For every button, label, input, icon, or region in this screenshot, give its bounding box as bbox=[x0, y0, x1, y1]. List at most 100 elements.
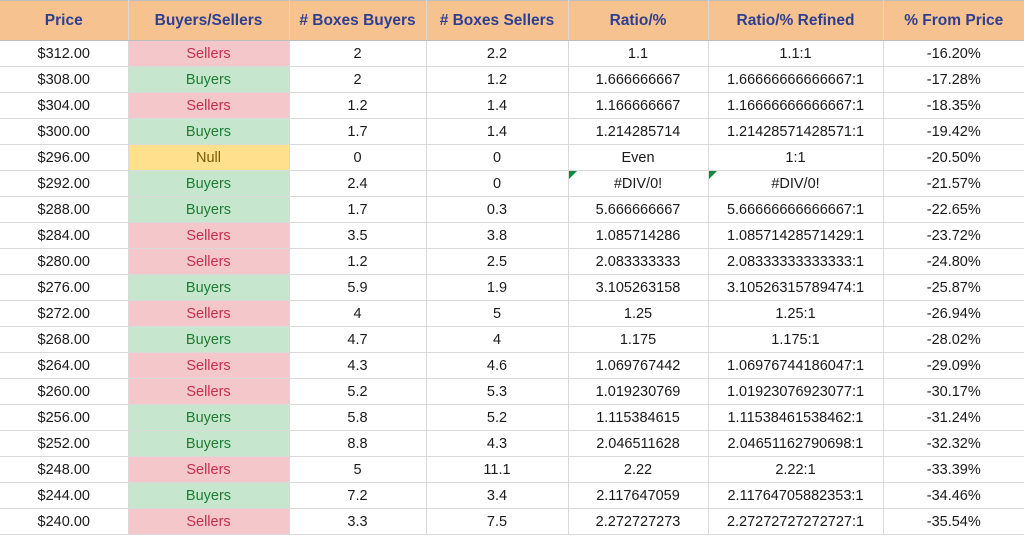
cell-price[interactable]: $256.00 bbox=[0, 405, 128, 431]
cell-ratio-refined[interactable]: 2.27272727272727:1 bbox=[708, 509, 883, 535]
cell-boxes-buyers[interactable]: 4 bbox=[289, 301, 426, 327]
cell-boxes-sellers[interactable]: 2.2 bbox=[426, 41, 568, 67]
cell-buyers-sellers[interactable]: Buyers bbox=[128, 483, 289, 509]
cell-boxes-buyers[interactable]: 2 bbox=[289, 67, 426, 93]
cell-price[interactable]: $264.00 bbox=[0, 353, 128, 379]
cell-ratio[interactable]: 1.115384615 bbox=[568, 405, 708, 431]
cell-boxes-buyers[interactable]: 1.7 bbox=[289, 197, 426, 223]
col-ratio-refined[interactable]: Ratio/% Refined bbox=[708, 1, 883, 41]
cell-ratio-refined[interactable]: 1.25:1 bbox=[708, 301, 883, 327]
cell-buyers-sellers[interactable]: Buyers bbox=[128, 119, 289, 145]
cell-boxes-sellers[interactable]: 0 bbox=[426, 145, 568, 171]
cell-buyers-sellers[interactable]: Sellers bbox=[128, 457, 289, 483]
cell-boxes-buyers[interactable]: 7.2 bbox=[289, 483, 426, 509]
cell-price[interactable]: $300.00 bbox=[0, 119, 128, 145]
cell-ratio-refined[interactable]: 2.08333333333333:1 bbox=[708, 249, 883, 275]
cell-boxes-buyers[interactable]: 5 bbox=[289, 457, 426, 483]
cell-boxes-buyers[interactable]: 1.2 bbox=[289, 93, 426, 119]
cell-boxes-sellers[interactable]: 4.3 bbox=[426, 431, 568, 457]
col-boxes-sellers[interactable]: # Boxes Sellers bbox=[426, 1, 568, 41]
cell-boxes-sellers[interactable]: 5 bbox=[426, 301, 568, 327]
cell-ratio[interactable]: 1.166666667 bbox=[568, 93, 708, 119]
cell-boxes-sellers[interactable]: 5.3 bbox=[426, 379, 568, 405]
cell-ratio-refined[interactable]: 1.66666666666667:1 bbox=[708, 67, 883, 93]
cell-ratio-refined[interactable]: 2.22:1 bbox=[708, 457, 883, 483]
cell-price[interactable]: $272.00 bbox=[0, 301, 128, 327]
cell-ratio-refined[interactable]: 1.08571428571429:1 bbox=[708, 223, 883, 249]
cell-buyers-sellers[interactable]: Sellers bbox=[128, 93, 289, 119]
cell-boxes-sellers[interactable]: 1.9 bbox=[426, 275, 568, 301]
cell-price[interactable]: $308.00 bbox=[0, 67, 128, 93]
cell-boxes-buyers[interactable]: 2.4 bbox=[289, 171, 426, 197]
col-boxes-buyers[interactable]: # Boxes Buyers bbox=[289, 1, 426, 41]
cell-ratio[interactable]: #DIV/0! bbox=[568, 171, 708, 197]
col-pct-from-price[interactable]: % From Price bbox=[883, 1, 1024, 41]
cell-pct-from-price[interactable]: -23.72% bbox=[883, 223, 1024, 249]
cell-buyers-sellers[interactable]: Sellers bbox=[128, 249, 289, 275]
cell-ratio-refined[interactable]: 1.21428571428571:1 bbox=[708, 119, 883, 145]
cell-price[interactable]: $276.00 bbox=[0, 275, 128, 301]
cell-boxes-buyers[interactable]: 0 bbox=[289, 145, 426, 171]
cell-boxes-sellers[interactable]: 0.3 bbox=[426, 197, 568, 223]
cell-boxes-buyers[interactable]: 1.7 bbox=[289, 119, 426, 145]
cell-boxes-buyers[interactable]: 4.7 bbox=[289, 327, 426, 353]
cell-buyers-sellers[interactable]: Sellers bbox=[128, 41, 289, 67]
cell-price[interactable]: $240.00 bbox=[0, 509, 128, 535]
col-buyers-sellers[interactable]: Buyers/Sellers bbox=[128, 1, 289, 41]
cell-pct-from-price[interactable]: -24.80% bbox=[883, 249, 1024, 275]
cell-buyers-sellers[interactable]: Sellers bbox=[128, 509, 289, 535]
cell-pct-from-price[interactable]: -32.32% bbox=[883, 431, 1024, 457]
cell-boxes-sellers[interactable]: 0 bbox=[426, 171, 568, 197]
cell-boxes-buyers[interactable]: 8.8 bbox=[289, 431, 426, 457]
cell-pct-from-price[interactable]: -34.46% bbox=[883, 483, 1024, 509]
cell-buyers-sellers[interactable]: Buyers bbox=[128, 405, 289, 431]
cell-ratio[interactable]: 1.175 bbox=[568, 327, 708, 353]
cell-buyers-sellers[interactable]: Sellers bbox=[128, 353, 289, 379]
cell-ratio[interactable]: 2.22 bbox=[568, 457, 708, 483]
cell-boxes-buyers[interactable]: 4.3 bbox=[289, 353, 426, 379]
cell-price[interactable]: $244.00 bbox=[0, 483, 128, 509]
cell-ratio-refined[interactable]: 1.11538461538462:1 bbox=[708, 405, 883, 431]
cell-boxes-buyers[interactable]: 5.8 bbox=[289, 405, 426, 431]
cell-price[interactable]: $296.00 bbox=[0, 145, 128, 171]
cell-boxes-sellers[interactable]: 1.2 bbox=[426, 67, 568, 93]
cell-pct-from-price[interactable]: -20.50% bbox=[883, 145, 1024, 171]
cell-ratio[interactable]: 5.666666667 bbox=[568, 197, 708, 223]
cell-boxes-buyers[interactable]: 5.9 bbox=[289, 275, 426, 301]
cell-ratio[interactable]: 3.105263158 bbox=[568, 275, 708, 301]
cell-buyers-sellers[interactable]: Buyers bbox=[128, 431, 289, 457]
cell-ratio-refined[interactable]: 5.66666666666667:1 bbox=[708, 197, 883, 223]
cell-boxes-buyers[interactable]: 3.5 bbox=[289, 223, 426, 249]
cell-boxes-sellers[interactable]: 1.4 bbox=[426, 119, 568, 145]
cell-ratio-refined[interactable]: 1.01923076923077:1 bbox=[708, 379, 883, 405]
cell-price[interactable]: $304.00 bbox=[0, 93, 128, 119]
cell-boxes-sellers[interactable]: 11.1 bbox=[426, 457, 568, 483]
cell-boxes-sellers[interactable]: 4.6 bbox=[426, 353, 568, 379]
cell-ratio-refined[interactable]: 2.11764705882353:1 bbox=[708, 483, 883, 509]
cell-buyers-sellers[interactable]: Sellers bbox=[128, 223, 289, 249]
cell-ratio[interactable]: 1.069767442 bbox=[568, 353, 708, 379]
cell-boxes-sellers[interactable]: 2.5 bbox=[426, 249, 568, 275]
cell-pct-from-price[interactable]: -18.35% bbox=[883, 93, 1024, 119]
cell-pct-from-price[interactable]: -17.28% bbox=[883, 67, 1024, 93]
cell-ratio[interactable]: 2.272727273 bbox=[568, 509, 708, 535]
cell-ratio-refined[interactable]: 1.1:1 bbox=[708, 41, 883, 67]
cell-boxes-sellers[interactable]: 4 bbox=[426, 327, 568, 353]
cell-buyers-sellers[interactable]: Buyers bbox=[128, 275, 289, 301]
cell-price[interactable]: $260.00 bbox=[0, 379, 128, 405]
cell-ratio[interactable]: 2.046511628 bbox=[568, 431, 708, 457]
cell-pct-from-price[interactable]: -19.42% bbox=[883, 119, 1024, 145]
cell-ratio[interactable]: 1.1 bbox=[568, 41, 708, 67]
cell-price[interactable]: $284.00 bbox=[0, 223, 128, 249]
cell-ratio-refined[interactable]: #DIV/0! bbox=[708, 171, 883, 197]
cell-price[interactable]: $288.00 bbox=[0, 197, 128, 223]
cell-ratio-refined[interactable]: 3.10526315789474:1 bbox=[708, 275, 883, 301]
cell-price[interactable]: $248.00 bbox=[0, 457, 128, 483]
cell-pct-from-price[interactable]: -25.87% bbox=[883, 275, 1024, 301]
cell-buyers-sellers[interactable]: Sellers bbox=[128, 379, 289, 405]
cell-ratio-refined[interactable]: 1.16666666666667:1 bbox=[708, 93, 883, 119]
cell-ratio-refined[interactable]: 2.04651162790698:1 bbox=[708, 431, 883, 457]
cell-ratio[interactable]: 1.214285714 bbox=[568, 119, 708, 145]
col-price[interactable]: Price bbox=[0, 1, 128, 41]
cell-ratio[interactable]: 2.083333333 bbox=[568, 249, 708, 275]
